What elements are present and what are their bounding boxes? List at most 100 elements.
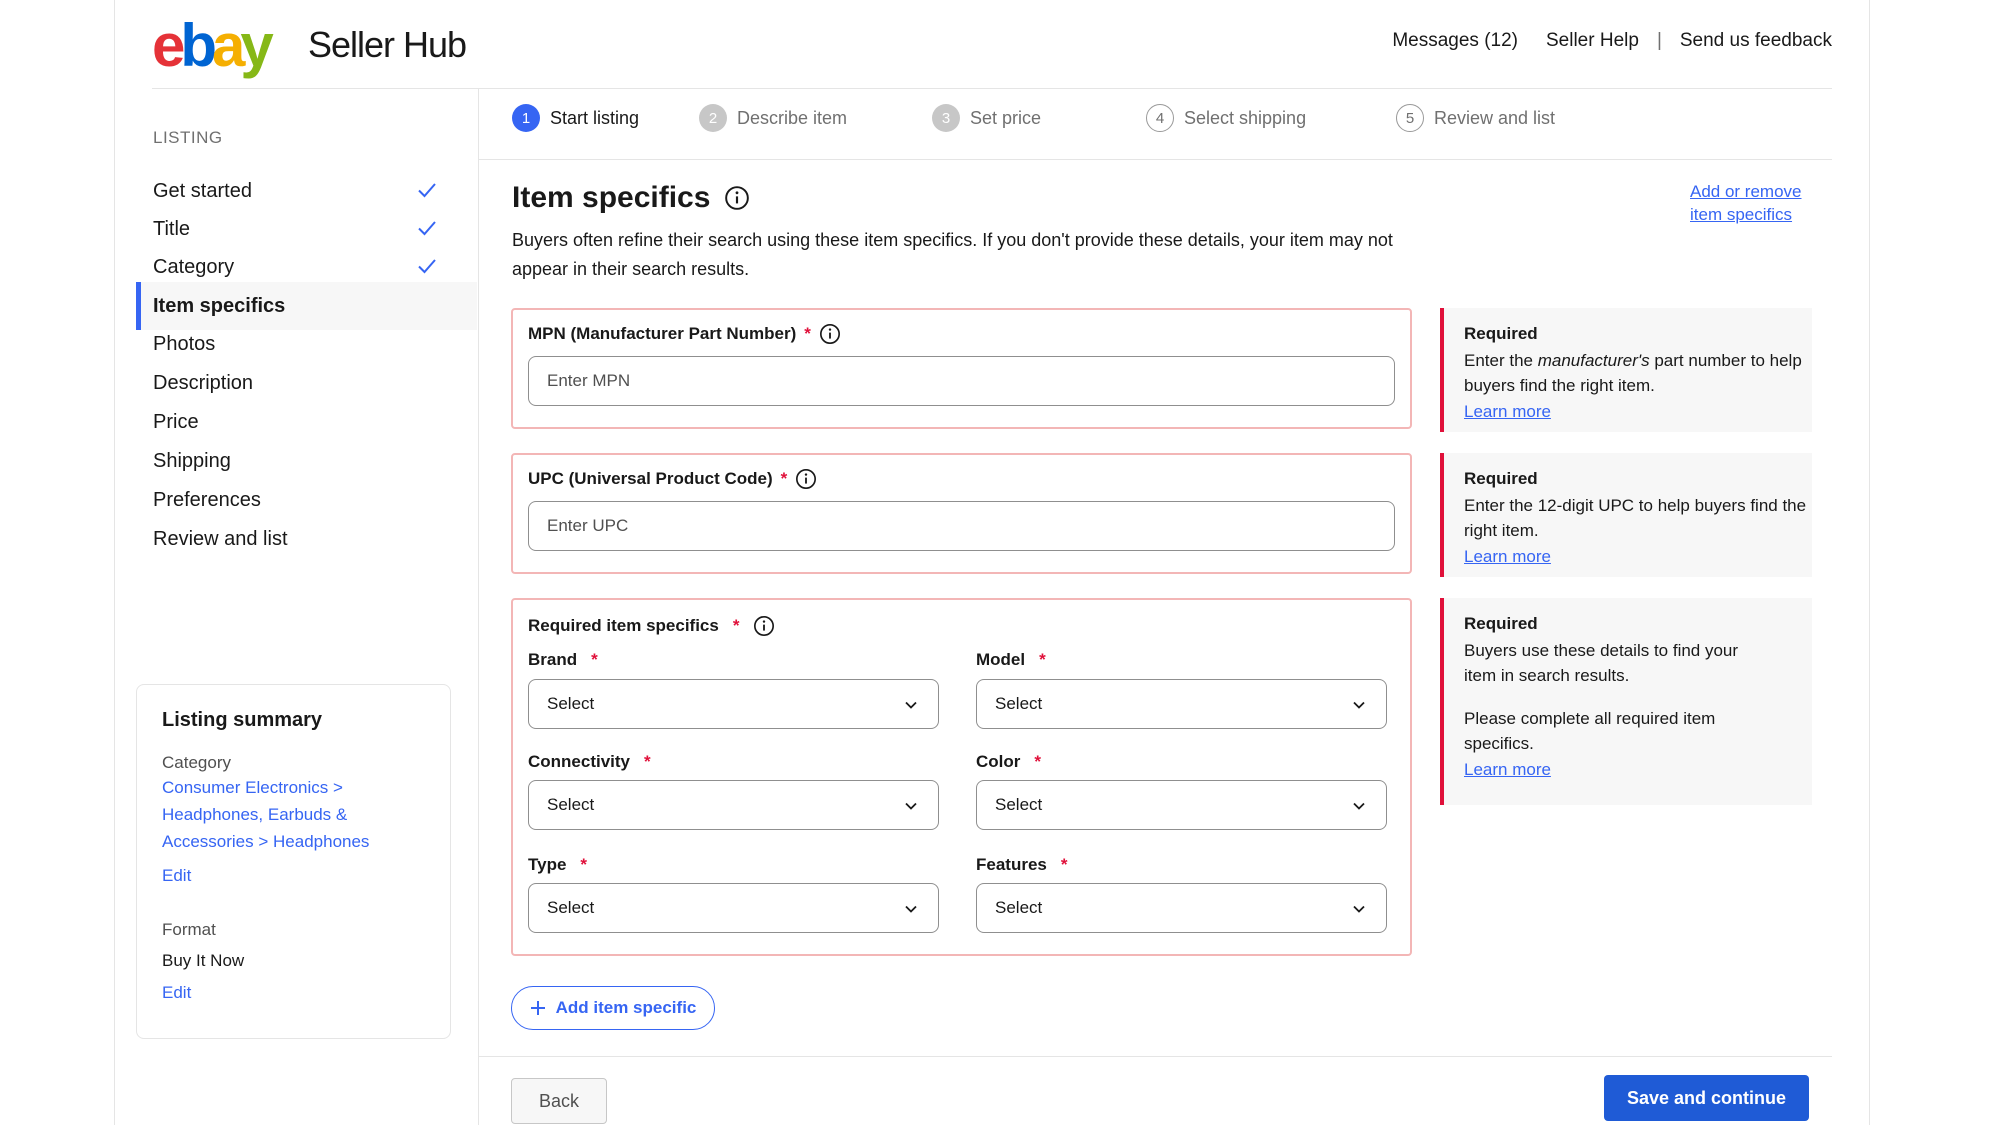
step-number: 5 — [1396, 104, 1424, 132]
model-select[interactable]: Select — [976, 679, 1387, 729]
tip-text: Buyers use these details to find your it… — [1464, 641, 1739, 685]
tip-heading: Required — [1464, 469, 1538, 488]
required-asterisk: * — [732, 616, 740, 635]
type-label: Type * — [528, 855, 588, 874]
save-and-continue-button[interactable]: Save and continue — [1604, 1075, 1809, 1121]
step-number: 4 — [1146, 104, 1174, 132]
listing-summary-title: Listing summary — [162, 709, 323, 731]
summary-category-path-line2[interactable]: Headphones, Earbuds & — [162, 801, 347, 828]
page-title: Item specifics — [512, 181, 750, 215]
brand-label: Brand * — [528, 650, 598, 669]
summary-format-edit-link[interactable]: Edit — [162, 979, 191, 1006]
sidebar-item-label: Review and list — [153, 527, 288, 550]
step-number: 3 — [932, 104, 960, 132]
sidebar-item-label: Price — [153, 410, 199, 433]
step-label: Start listing — [550, 107, 640, 128]
step-number: 2 — [699, 104, 727, 132]
mpn-tip-card: Required Enter the manufacturer's part n… — [1440, 308, 1812, 432]
header-links: Messages (12) Seller Help | Send us feed… — [1392, 30, 1832, 52]
checkmark-icon — [418, 221, 436, 236]
tip-text: Enter the manufacturer's part number to … — [1464, 351, 1802, 395]
upc-label: UPC (Universal Product Code) * — [528, 468, 817, 490]
header-separator: | — [1656, 30, 1662, 51]
mpn-input[interactable]: Enter MPN — [528, 356, 1395, 406]
learn-more-link[interactable]: Learn more — [1464, 402, 1812, 422]
step-start-listing[interactable]: 1 Start listing — [512, 104, 639, 132]
chevron-down-icon — [1353, 905, 1365, 913]
features-select[interactable]: Select — [976, 883, 1387, 933]
step-number: 1 — [512, 104, 540, 132]
messages-link[interactable]: Messages (12) — [1392, 30, 1518, 52]
color-select[interactable]: Select — [976, 780, 1387, 830]
required-asterisk: * — [1039, 650, 1046, 669]
info-icon[interactable] — [819, 323, 841, 345]
required-asterisk: * — [1034, 752, 1042, 771]
sidebar-item-label: Photos — [153, 332, 216, 355]
mpn-label: MPN (Manufacturer Part Number) * — [528, 323, 841, 345]
upc-tip-card: Required Enter the 12-digit UPC to help … — [1440, 453, 1812, 577]
info-icon[interactable] — [724, 185, 750, 211]
chevron-down-icon — [905, 802, 917, 810]
ebay-logo[interactable]: ebay — [152, 14, 274, 78]
add-remove-item-specifics-link[interactable]: Add or remove item specifics — [1690, 180, 1802, 226]
summary-category-path-line3[interactable]: Accessories > Headphones — [162, 828, 369, 855]
listing-summary-card: Listing summary Category Consumer Electr… — [136, 684, 451, 1039]
top-header: ebay Seller Hub Messages (12) Seller Hel… — [152, 0, 1832, 89]
brand-select[interactable]: Select — [528, 679, 939, 729]
step-label: Set price — [970, 107, 1042, 128]
page-title-text: Item specifics — [512, 181, 711, 214]
step-select-shipping[interactable]: 4 Select shipping — [1146, 104, 1306, 132]
sidebar-item-review-and-list[interactable]: Review and list — [136, 515, 477, 563]
checkmark-icon — [418, 183, 436, 198]
required-asterisk: * — [580, 855, 588, 874]
features-label: Features * — [976, 855, 1068, 874]
required-asterisk: * — [644, 752, 651, 771]
step-label: Describe item — [737, 107, 848, 128]
required-specifics-label: Required item specifics * — [528, 615, 775, 637]
step-set-price[interactable]: 3 Set price — [932, 104, 1041, 132]
color-label: Color * — [976, 752, 1042, 771]
tip-heading: Required — [1464, 324, 1538, 343]
learn-more-link[interactable]: Learn more — [1464, 760, 1812, 780]
required-asterisk: * — [1060, 855, 1068, 874]
summary-category-path-line1[interactable]: Consumer Electronics > — [162, 774, 343, 801]
tip-text-secondary: Please complete all required item specif… — [1464, 709, 1716, 753]
plus-icon — [530, 1001, 545, 1015]
info-icon[interactable] — [753, 615, 775, 637]
app-title: Seller Hub — [308, 24, 467, 65]
summary-category-edit-link[interactable]: Edit — [162, 862, 191, 889]
model-label: Model * — [976, 650, 1046, 669]
sidebar-item-label: Item specifics — [153, 294, 286, 317]
required-asterisk: * — [804, 324, 811, 343]
chevron-down-icon — [905, 701, 917, 709]
sidebar-item-label: Preferences — [153, 488, 261, 511]
specifics-tip-card: Required Buyers use these details to fin… — [1440, 598, 1812, 805]
summary-format-value: Buy It Now — [162, 951, 245, 970]
tip-text: Enter the 12-digit UPC to help buyers fi… — [1464, 496, 1807, 540]
footer-divider — [478, 1056, 1832, 1057]
summary-category-label: Category — [162, 753, 231, 772]
required-asterisk: * — [591, 650, 598, 669]
step-label: Select shipping — [1184, 107, 1307, 128]
learn-more-link[interactable]: Learn more — [1464, 547, 1812, 567]
step-review-and-list[interactable]: 5 Review and list — [1396, 104, 1555, 132]
connectivity-select[interactable]: Select — [528, 780, 939, 830]
chevron-down-icon — [1353, 802, 1365, 810]
add-item-specific-button[interactable]: Add item specific — [511, 986, 715, 1030]
sidebar-item-label: Description — [153, 371, 254, 394]
back-button[interactable]: Back — [511, 1078, 607, 1124]
type-select[interactable]: Select — [528, 883, 939, 933]
info-icon[interactable] — [795, 468, 817, 490]
step-describe-item[interactable]: 2 Describe item — [699, 104, 847, 132]
chevron-down-icon — [905, 905, 917, 913]
required-asterisk: * — [780, 469, 788, 488]
required-specifics-card: Required item specifics * Brand * Select… — [511, 598, 1412, 956]
seller-help-link[interactable]: Seller Help — [1546, 30, 1639, 52]
upc-input[interactable]: Enter UPC — [528, 501, 1395, 551]
feedback-link[interactable]: Send us feedback — [1680, 30, 1832, 52]
sidebar-item-label: Get started — [153, 179, 252, 202]
listing-stepper: 1 Start listing 2 Describe item 3 Set pr… — [512, 104, 1832, 140]
sidebar-item-label: Shipping — [153, 449, 231, 472]
stepper-divider — [478, 159, 1832, 160]
summary-format-label: Format — [162, 920, 216, 939]
